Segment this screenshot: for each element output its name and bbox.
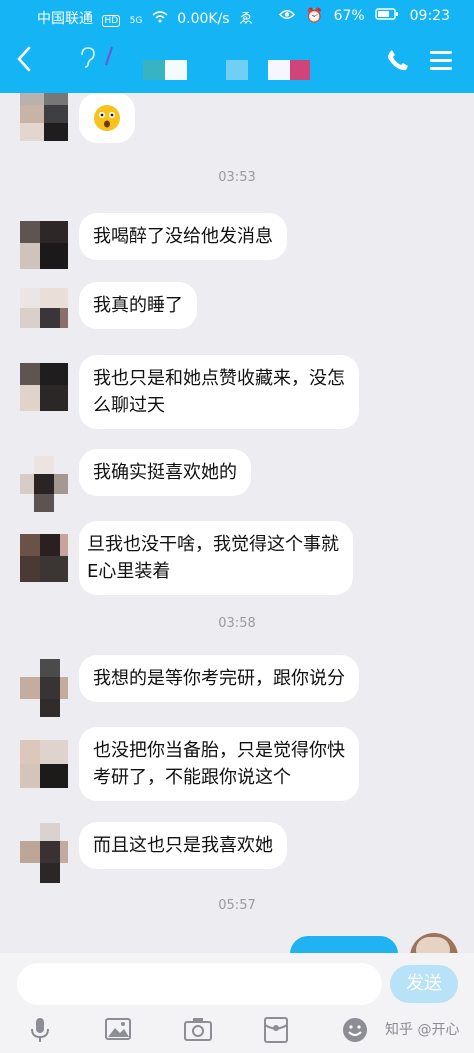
carrier-label: 中国联通 [37,11,93,27]
camera-icon[interactable] [184,1017,212,1043]
avatar[interactable] [20,456,68,512]
ear-icon [78,46,96,68]
status-bar: 中国联通 HD 5G 0.00K/s ゑ ⏰ 67% 09:23 [0,0,474,32]
image-icon[interactable] [105,1017,131,1043]
red-packet-icon[interactable] [264,1017,290,1043]
message-line: 也没把你当备胎，只是觉得你快 [93,740,345,761]
message-bubble[interactable]: 我也只是和她点赞收藏来，没怎 么聊过天 [79,355,359,429]
contact-name-mosaic-3 [268,60,310,80]
self-avatar[interactable] [410,933,458,953]
avatar[interactable] [20,659,68,717]
battery-icon [375,8,403,24]
outgoing-message-bubble[interactable] [290,936,398,953]
message-bubble[interactable]: 也没把你当备胎，只是觉得你快 考研了，不能跟你说这个 [79,727,359,801]
timestamp: 03:58 [218,616,256,631]
emoji-bubble[interactable] [79,93,135,143]
chat-area[interactable]: 03:53 我喝醉了没给他发消息 我真的睡了 我也只是和她点赞收藏来，没怎 么聊… [0,93,474,953]
contact-name-mosaic [143,60,187,80]
message-bubble[interactable]: 而且这也只是我喜欢她 [79,822,287,869]
alarm-icon: ⏰ [305,8,324,24]
message-bubble[interactable]: 旦我也没干啥，我觉得这个事就 E心里装着 [79,521,353,595]
message-bubble[interactable]: 我确实挺喜欢她的 [79,449,251,496]
menu-icon[interactable] [430,51,452,71]
avatar[interactable] [20,363,68,411]
send-button[interactable]: 发送 [390,965,458,1003]
contact-name-mosaic-2 [226,60,248,80]
timestamp: 05:57 [218,898,256,913]
title-slash [105,46,113,66]
microphone-icon[interactable] [28,1017,54,1043]
message-line: E心里装着 [87,561,171,582]
back-button[interactable] [16,46,38,74]
avatar[interactable] [20,93,68,141]
chat-header [0,32,474,93]
input-bar: 发送 知乎 @开心 [0,953,474,1053]
eye-icon [279,8,299,24]
phone-call-icon[interactable] [386,48,412,74]
message-line: 我也只是和她点赞收藏来，没怎 [93,368,345,389]
emoji-icon[interactable] [342,1017,368,1043]
message-bubble[interactable]: 我想的是等你考完研，跟你说分 [79,655,359,702]
battery-percent: 67% [333,8,365,24]
avatar[interactable] [20,534,68,582]
message-line: 旦我也没干啥，我觉得这个事就 [87,534,339,555]
hd-badge: HD [102,15,121,27]
notification-icon: ゑ [239,11,254,27]
timestamp: 03:53 [218,170,256,185]
avatar[interactable] [20,288,68,336]
avatar[interactable] [20,823,68,883]
net-speed: 0.00K/s [177,11,230,27]
top-bar: 中国联通 HD 5G 0.00K/s ゑ ⏰ 67% 09:23 [0,0,474,93]
message-line: 考研了，不能跟你说这个 [93,767,291,788]
surprised-face-icon [94,105,120,131]
wifi-icon [152,11,172,27]
watermark: 知乎 @开心 [385,1022,460,1038]
signal-label: 5G [129,16,143,26]
message-line: 么聊过天 [93,395,165,416]
message-bubble[interactable]: 我真的睡了 [79,282,197,329]
avatar[interactable] [20,740,68,788]
message-bubble[interactable]: 我喝醉了没给他发消息 [79,213,287,260]
clock: 09:23 [409,8,450,24]
avatar[interactable] [20,221,68,269]
message-input[interactable] [17,963,382,1005]
